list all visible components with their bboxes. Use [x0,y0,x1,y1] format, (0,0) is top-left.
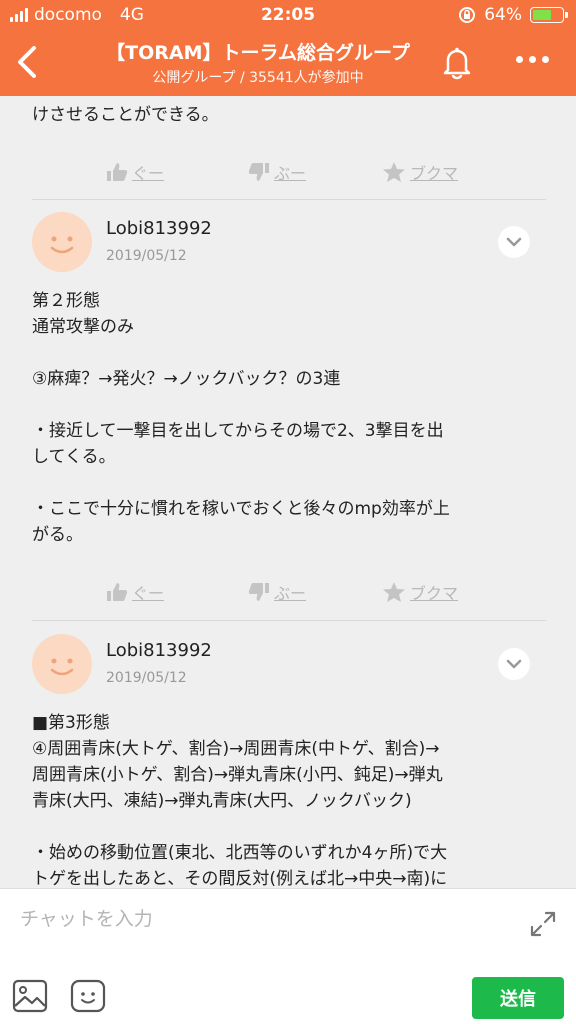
star-icon [383,582,405,602]
divider [32,620,546,621]
bookmark-button[interactable]: ブクマ [382,160,458,184]
post-line: ・ここで十分に慣れを稼いでおくと後々のmp効率が上 [32,499,450,519]
post-line: ・始めの移動位置(東北、北西等のいずれか4ヶ所)で大 [32,843,448,863]
like-label: ぐー [132,164,165,183]
battery-icon [530,7,568,23]
dislike-button[interactable]: ぶー [248,160,306,184]
dislike-label: ぶー [274,584,307,603]
username[interactable]: Lobi813992 [106,640,212,661]
bell-icon[interactable] [440,44,474,80]
post-line [32,340,532,366]
like-button[interactable]: ぐー [106,160,164,184]
bookmark-label: ブクマ [410,584,459,603]
image-icon[interactable] [12,979,48,1013]
dislike-button[interactable]: ぶー [248,580,306,604]
post-line: 通常攻撃のみ [32,317,134,337]
post-line [32,392,532,418]
post-date: 2019/05/12 [106,248,187,264]
reaction-bar: ぐー ぶー ブクマ [0,152,576,192]
post-line: 青床(大円、凍結)→弾丸青床(大円、ノックバック) [32,791,412,811]
avatar[interactable] [32,212,92,272]
thumbs-down-icon [248,583,269,601]
post-body: 第２形態 通常攻撃のみ ③麻痺？→発火？→ノックバック？の3連 ・接近して一撃目… [32,288,532,548]
group-title-block[interactable]: 【TORAM】トーラム総合グループ 公開グループ / 35541人が参加中 [90,38,426,87]
post-menu-button[interactable] [498,226,530,258]
post-line: ③麻痺？→発火？→ノックバック？の3連 [32,369,341,389]
username[interactable]: Lobi813992 [106,218,212,239]
bookmark-button[interactable]: ブクマ [382,580,458,604]
like-label: ぐー [132,584,165,603]
sticker-icon[interactable] [70,979,106,1013]
post-line: がる。 [32,525,83,545]
post-line: してくる。 [32,447,116,467]
post-line: ・接近して一撃目を出してからその場で2、3撃目を出 [32,421,444,441]
star-icon [383,162,405,182]
status-right: 64% [458,5,568,25]
post-menu-button[interactable] [498,648,530,680]
dislike-label: ぶー [274,164,307,183]
more-icon[interactable] [516,56,549,63]
orientation-lock-icon [459,7,476,23]
thumbs-up-icon [107,163,128,181]
send-button[interactable]: 送信 [472,977,564,1019]
app-header: docomo 4G 22:05 64% 【TORAM】トーラム総合グループ 公開… [0,0,576,96]
like-button[interactable]: ぐー [106,580,164,604]
status-bar: docomo 4G 22:05 64% [0,0,576,30]
battery-percent: 64% [484,5,522,25]
post-line: ④周囲青床(大トゲ、割合)→周囲青床(中トゲ、割合)→ [32,739,440,759]
post-line: 周囲青床(小トゲ、割合)→弾丸青床(小円、鈍足)→弾丸 [32,765,443,785]
previous-post-tail: けさせることができる。 [32,105,219,125]
thumbs-down-icon [248,163,269,181]
post-line: ■第3形態 [32,713,110,733]
avatar[interactable] [32,634,92,694]
chevron-down-icon [506,659,522,669]
smiley-face-icon [50,236,74,254]
group-title: 【TORAM】トーラム総合グループ [106,42,410,64]
thumbs-up-icon [107,583,128,601]
smiley-face-icon [50,658,74,676]
message-composer: 送信 [0,888,576,1024]
expand-icon[interactable] [528,909,558,939]
post-line: トゲを出したあと、その間反対(例えば北→中央→南)に [32,869,448,888]
post-line [32,814,532,840]
post-body: ■第3形態 ④周囲青床(大トゲ、割合)→周囲青床(中トゲ、割合)→ 周囲青床(小… [32,710,532,888]
post-date: 2019/05/12 [106,670,187,686]
chat-input[interactable] [20,901,500,937]
chat-thread[interactable]: けさせることができる。 ぐー ぶー ブクマ Lobi813992 2019/05… [0,96,576,888]
post-line: 第２形態 [32,291,100,311]
bookmark-label: ブクマ [410,164,459,183]
back-icon[interactable] [12,42,42,82]
chevron-down-icon [506,237,522,247]
divider [32,199,546,200]
group-subtitle: 公開グループ / 35541人が参加中 [152,70,364,86]
reaction-bar: ぐー ぶー ブクマ [0,572,576,612]
post-line [32,470,532,496]
